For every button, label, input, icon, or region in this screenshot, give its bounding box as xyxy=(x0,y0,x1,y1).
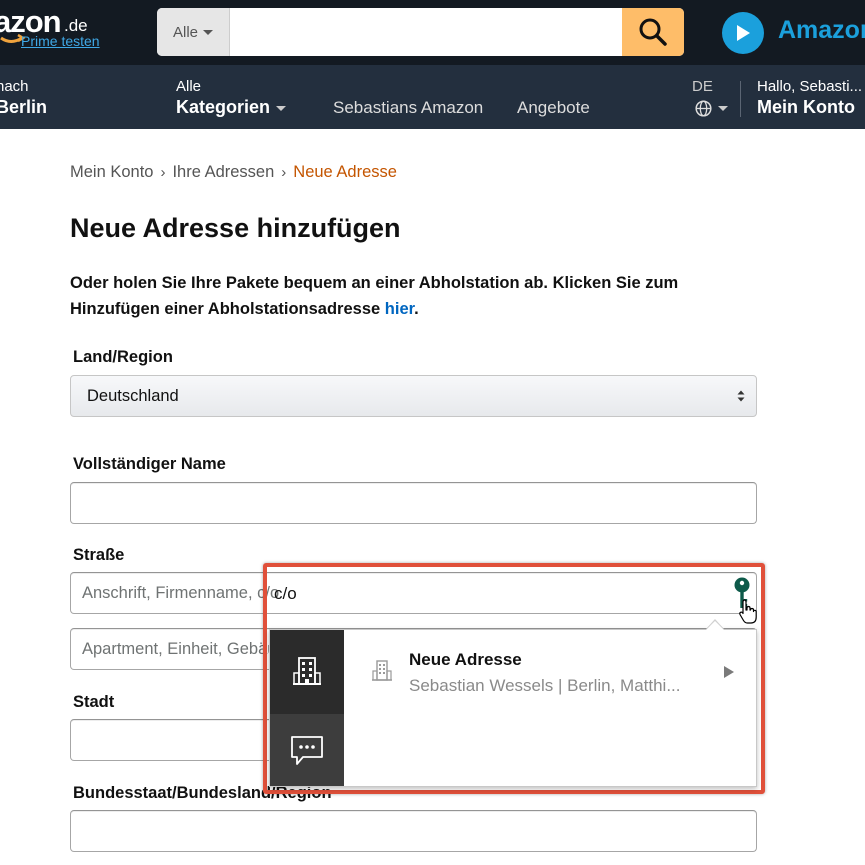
prime-video-link[interactable]: Amazon xyxy=(722,12,865,54)
account-greeting: Hallo, Sebasti... xyxy=(757,78,863,95)
street-label: Straße xyxy=(73,546,125,564)
deliver-to-location[interactable]: nach Berlin xyxy=(0,78,47,119)
prime-trial-link[interactable]: Prime testen xyxy=(21,33,100,49)
nav-bar: nach Berlin Alle Kategorien Sebastians A… xyxy=(0,65,865,129)
building-icon xyxy=(372,660,392,681)
building-icon xyxy=(293,657,321,685)
search-scope-label: Alle xyxy=(172,23,198,41)
categories-line1: Alle xyxy=(176,78,202,95)
search-scope-dropdown[interactable]: Alle xyxy=(157,8,230,56)
breadcrumb-mein-konto[interactable]: Mein Konto xyxy=(70,163,153,181)
breadcrumb-separator: › xyxy=(160,164,166,181)
pickup-station-link[interactable]: hier xyxy=(385,300,414,318)
full-name-label: Vollständiger Name xyxy=(73,455,226,473)
location-line1: nach xyxy=(0,78,29,95)
search-input[interactable] xyxy=(230,8,622,56)
search-bar: Alle xyxy=(157,8,684,56)
top-header: azon .de Prime testen Alle Amazon xyxy=(0,0,865,65)
caret-down-icon xyxy=(203,29,213,35)
language-selector[interactable]: DE xyxy=(692,78,728,117)
nav-link-angebote[interactable]: Angebote xyxy=(517,98,590,118)
breadcrumb-separator: › xyxy=(281,164,287,181)
magnifier-icon xyxy=(639,18,667,46)
full-name-input[interactable] xyxy=(70,482,757,524)
autofill-popup: Neue Adresse Sebastian Wessels | Berlin,… xyxy=(269,629,757,787)
popup-pointer-inner xyxy=(706,621,724,630)
search-button[interactable] xyxy=(622,8,684,56)
suggestion-title: Neue Adresse xyxy=(409,650,522,669)
globe-icon xyxy=(695,100,712,117)
street-visible-text: c/o xyxy=(274,584,297,603)
play-icon xyxy=(722,12,764,54)
pickup-intro-text: Oder holen Sie Ihre Pakete bequem an ein… xyxy=(70,270,770,322)
language-code: DE xyxy=(692,78,713,95)
popup-sidebar xyxy=(270,630,344,786)
state-input[interactable] xyxy=(70,810,757,852)
categories-line2: Kategorien xyxy=(176,97,271,117)
intro-text: Oder holen Sie Ihre Pakete bequem an ein… xyxy=(70,274,679,318)
suggestion-detail: Sebastian Wessels | Berlin, Matthi... xyxy=(409,676,681,695)
country-label: Land/Region xyxy=(73,348,173,366)
breadcrumb-ihre-adressen[interactable]: Ihre Adressen xyxy=(172,163,274,181)
intro-end: . xyxy=(414,300,419,318)
breadcrumb: Mein Konto › Ihre Adressen › Neue Adresse xyxy=(70,163,397,182)
nav-link-sebastians-amazon[interactable]: Sebastians Amazon xyxy=(333,98,483,118)
nav-divider xyxy=(740,81,741,117)
all-categories-menu[interactable]: Alle Kategorien xyxy=(176,78,287,119)
account-label: Mein Konto xyxy=(757,97,855,117)
country-value: Deutschland xyxy=(87,386,179,405)
country-select[interactable]: Deutschland xyxy=(70,375,757,417)
tab-notes[interactable] xyxy=(270,714,344,786)
speech-bubble-icon xyxy=(291,736,323,765)
play-arrow-icon[interactable] xyxy=(724,666,734,678)
tab-addresses[interactable] xyxy=(270,630,344,714)
location-line2: Berlin xyxy=(0,97,48,117)
caret-down-icon xyxy=(276,105,287,111)
address-suggestion-item[interactable]: Neue Adresse Sebastian Wessels | Berlin,… xyxy=(344,630,756,714)
city-label: Stadt xyxy=(73,693,115,711)
page-title: Neue Adresse hinzufügen xyxy=(70,213,401,243)
updown-arrows-icon xyxy=(737,390,745,402)
account-menu[interactable]: Hallo, Sebasti... Mein Konto xyxy=(757,78,862,119)
breadcrumb-current: Neue Adresse xyxy=(293,163,397,181)
hand-pointer-icon xyxy=(739,599,757,624)
prime-video-label: Amazon xyxy=(778,16,865,44)
caret-down-icon xyxy=(718,106,728,111)
